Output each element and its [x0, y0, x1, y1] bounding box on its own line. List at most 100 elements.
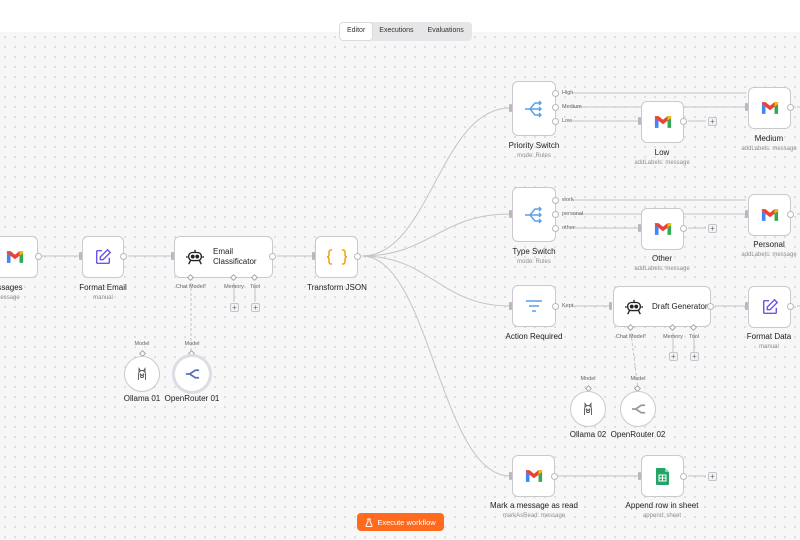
type-switch-title: Type Switch — [512, 247, 556, 256]
mark-read-subtitle: markAsRead: message — [502, 513, 566, 519]
priority-switch-label: Priority Switch mode: Rules — [469, 140, 599, 161]
openrouter-icon — [631, 404, 645, 414]
draft-tool-label: Tool — [688, 334, 700, 340]
medium-subtitle: addLabels: message — [741, 146, 797, 152]
mark-read-node[interactable] — [512, 455, 555, 497]
append-row-add-button[interactable]: + — [708, 472, 717, 481]
other-label: other — [562, 225, 575, 231]
draft-memory-label: Memory — [663, 334, 683, 340]
medium-output[interactable] — [787, 104, 794, 111]
priority-low-output[interactable] — [552, 118, 559, 125]
openrouter-01-node[interactable] — [172, 354, 212, 394]
kept-label: Kept — [562, 303, 574, 309]
format-email-output[interactable] — [120, 253, 127, 260]
append-row-title: Append row in sheet — [625, 501, 699, 510]
format-email-subtitle: manual — [93, 295, 113, 301]
format-data-label: Format Data manual — [704, 331, 800, 352]
ollama01-model-label: Model — [134, 341, 150, 347]
personal-subtitle: addLabels: message — [741, 252, 797, 258]
openrouter02-model-label: Model — [630, 376, 646, 382]
mark-read-output[interactable] — [551, 473, 558, 480]
required-mark: * — [644, 334, 647, 340]
email-classificator-title-line1: Email — [213, 247, 234, 256]
other-node[interactable] — [641, 208, 684, 250]
low-node[interactable] — [641, 101, 684, 143]
draft-chat-model-label: Chat Model* — [616, 334, 646, 340]
switch-icon — [525, 100, 542, 117]
type-personal-output[interactable] — [552, 211, 559, 218]
personal-title: Personal — [753, 240, 785, 249]
add-memory-button[interactable]: + — [230, 303, 239, 312]
gmail-icon — [761, 102, 778, 114]
ollama-02-node[interactable] — [570, 391, 606, 427]
type-switch-label: Type Switch mode: Rules — [469, 246, 599, 267]
format-email-title: Format Email — [79, 283, 127, 292]
draft-generator-output[interactable] — [707, 303, 714, 310]
ollama-01-node[interactable] — [124, 356, 160, 392]
priority-high-output[interactable] — [552, 90, 559, 97]
type-work-output[interactable] — [552, 197, 559, 204]
openrouter01-model-label: Model — [184, 341, 200, 347]
draft-add-memory-button[interactable]: + — [669, 352, 678, 361]
append-row-subtitle: append: sheet — [642, 513, 682, 519]
medium-node[interactable] — [748, 87, 791, 129]
priority-switch-node[interactable] — [512, 81, 556, 136]
format-email-label: Format Email manual — [38, 282, 168, 303]
action-kept-output[interactable] — [552, 303, 559, 310]
get-messages-output[interactable] — [35, 253, 42, 260]
type-other-output[interactable] — [552, 225, 559, 232]
other-output[interactable] — [680, 225, 687, 232]
draft-generator-node[interactable]: Draft Generator — [613, 286, 711, 327]
chat-model-text: Chat Model — [615, 334, 644, 340]
draft-generator-title: Draft Generator — [652, 301, 708, 311]
low-output[interactable] — [680, 118, 687, 125]
priority-switch-subtitle: mode: Rules — [517, 153, 551, 159]
robot-icon — [186, 249, 204, 265]
personal-output[interactable] — [787, 211, 794, 218]
gmail-icon — [654, 223, 671, 235]
mark-read-label: Mark a message as read markAsRead: messa… — [469, 500, 599, 521]
format-email-node[interactable] — [82, 236, 124, 278]
append-row-output[interactable] — [680, 473, 687, 480]
edit-icon — [762, 298, 778, 315]
openrouter-02-node[interactable] — [620, 391, 656, 427]
robot-icon — [625, 299, 643, 315]
priority-switch-title: Priority Switch — [508, 141, 560, 150]
classificator-output[interactable] — [269, 253, 276, 260]
transform-json-output[interactable] — [354, 253, 361, 260]
transform-json-node[interactable] — [315, 236, 358, 278]
execute-workflow-button[interactable]: Execute workflow — [357, 513, 444, 531]
filter-icon — [526, 300, 542, 312]
priority-medium-output[interactable] — [552, 104, 559, 111]
format-data-title: Format Data — [746, 332, 792, 341]
action-required-node[interactable] — [512, 285, 556, 327]
low-subtitle: addLabels: message — [634, 160, 690, 166]
get-messages-node[interactable] — [0, 236, 38, 278]
mark-read-title: Mark a message as read — [489, 501, 579, 510]
type-switch-subtitle: mode: Rules — [517, 259, 551, 265]
gmail-icon — [761, 209, 778, 221]
add-tool-button[interactable]: + — [251, 303, 260, 312]
personal-label: personal — [562, 211, 584, 217]
medium-label: Medium — [562, 104, 582, 110]
append-row-node[interactable] — [641, 455, 684, 497]
action-required-label: Action Required — [469, 331, 599, 342]
sheets-icon — [656, 467, 669, 485]
format-data-output[interactable] — [787, 303, 794, 310]
personal-node[interactable] — [748, 194, 791, 236]
type-switch-node[interactable] — [512, 187, 556, 242]
append-row-label: Append row in sheet append: sheet — [597, 500, 727, 521]
openrouter-icon — [185, 369, 199, 379]
gmail-icon — [654, 116, 671, 128]
other-subtitle: addLabels: message — [634, 266, 690, 272]
format-data-node[interactable] — [748, 286, 791, 328]
draft-add-tool-button[interactable]: + — [690, 352, 699, 361]
other-add-button[interactable]: + — [708, 224, 717, 233]
braces-icon — [326, 249, 347, 265]
openrouter-01-title: OpenRouter 01 — [164, 394, 220, 403]
low-add-button[interactable]: + — [708, 117, 717, 126]
openrouter-02-title: OpenRouter 02 — [610, 430, 666, 439]
transform-json-label: Transform JSON — [272, 282, 402, 293]
draft-generator-input[interactable] — [609, 302, 612, 310]
email-classificator-node[interactable]: Email Classificator — [174, 236, 273, 278]
